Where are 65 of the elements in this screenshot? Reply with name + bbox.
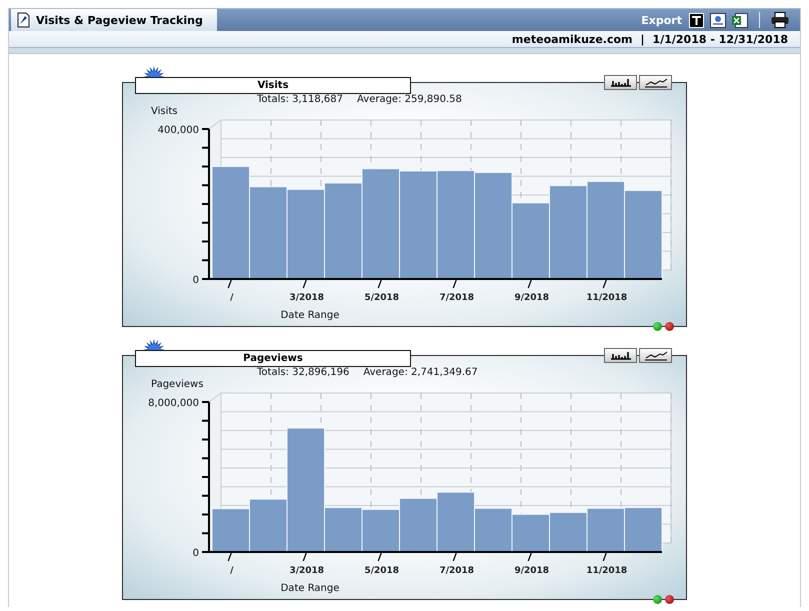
tick-label: / bbox=[230, 293, 234, 303]
bar bbox=[624, 507, 662, 552]
tick-mark bbox=[452, 280, 457, 288]
status-light-icon bbox=[653, 595, 662, 604]
totals-text: Totals: 3,118,687 bbox=[257, 94, 344, 105]
line-chart-button[interactable] bbox=[639, 75, 672, 90]
tick-label: 5/2018 bbox=[364, 566, 400, 576]
tick-label: 0 bbox=[192, 275, 199, 286]
bar bbox=[436, 492, 475, 552]
tick-mark bbox=[528, 552, 532, 562]
tick-label: 400,000 bbox=[158, 125, 199, 136]
report-tab[interactable]: Visits & Pageview Tracking bbox=[11, 9, 217, 31]
bar bbox=[212, 508, 250, 552]
tick-label: 3/2018 bbox=[289, 566, 324, 576]
date-range: 1/1/2018 - 12/31/2018 bbox=[652, 32, 788, 46]
tick-mark bbox=[452, 552, 457, 562]
tick-label: 7/2018 bbox=[439, 566, 474, 576]
tick-mark bbox=[228, 552, 232, 562]
bar-chart-icon bbox=[610, 351, 632, 360]
line-chart-icon bbox=[644, 78, 668, 88]
bar bbox=[399, 498, 438, 552]
document-icon bbox=[17, 12, 30, 28]
site-name: meteoamikuze.com bbox=[512, 32, 633, 46]
bar-chart-icon bbox=[610, 78, 632, 87]
tick-mark bbox=[302, 552, 307, 562]
bar bbox=[362, 508, 400, 552]
tick-mark bbox=[378, 280, 382, 288]
bar bbox=[586, 508, 625, 552]
tick-mark bbox=[302, 280, 307, 288]
tick-label: 9/2018 bbox=[514, 293, 550, 303]
chart-title: Visits bbox=[135, 77, 411, 94]
tick-label: 3/2018 bbox=[289, 293, 324, 303]
tick-mark bbox=[528, 280, 532, 288]
axis-title: Date Range bbox=[280, 583, 340, 594]
axis-title: Visits bbox=[151, 106, 178, 117]
tick-label: / bbox=[230, 566, 234, 576]
tick-mark bbox=[602, 552, 607, 562]
tick-label: 0 bbox=[192, 548, 199, 559]
status-light-icon bbox=[665, 322, 674, 331]
separator-text: | bbox=[640, 32, 645, 46]
export-label: Export bbox=[641, 14, 682, 26]
chart-title: Pageviews bbox=[135, 350, 411, 367]
bar bbox=[549, 512, 588, 552]
tick-label: 5/2018 bbox=[364, 293, 400, 303]
axis-title: Date Range bbox=[280, 310, 340, 321]
line-chart-button[interactable] bbox=[639, 348, 672, 363]
bar-chart-button[interactable] bbox=[604, 348, 637, 363]
tick-label: 11/2018 bbox=[586, 566, 628, 576]
tick-mark bbox=[602, 280, 607, 288]
bar bbox=[512, 514, 550, 552]
tick-mark bbox=[228, 280, 232, 288]
tick-label: 8,000,000 bbox=[148, 398, 199, 409]
status-light-icon bbox=[665, 595, 674, 604]
bar-chart-button[interactable] bbox=[604, 75, 637, 90]
average-text: Average: 2,741,349.67 bbox=[363, 367, 478, 378]
tick-mark bbox=[378, 552, 382, 562]
tick-label: 11/2018 bbox=[586, 293, 628, 303]
axis-title: Pageviews bbox=[151, 379, 204, 390]
average-text: Average: 259,890.58 bbox=[357, 94, 462, 105]
status-light-icon bbox=[653, 322, 662, 331]
tick-label: 9/2018 bbox=[514, 566, 550, 576]
line-chart-icon bbox=[644, 350, 668, 360]
bar bbox=[474, 508, 512, 552]
totals-text: Totals: 32,896,196 bbox=[257, 367, 350, 378]
tick-label: 7/2018 bbox=[439, 293, 474, 303]
